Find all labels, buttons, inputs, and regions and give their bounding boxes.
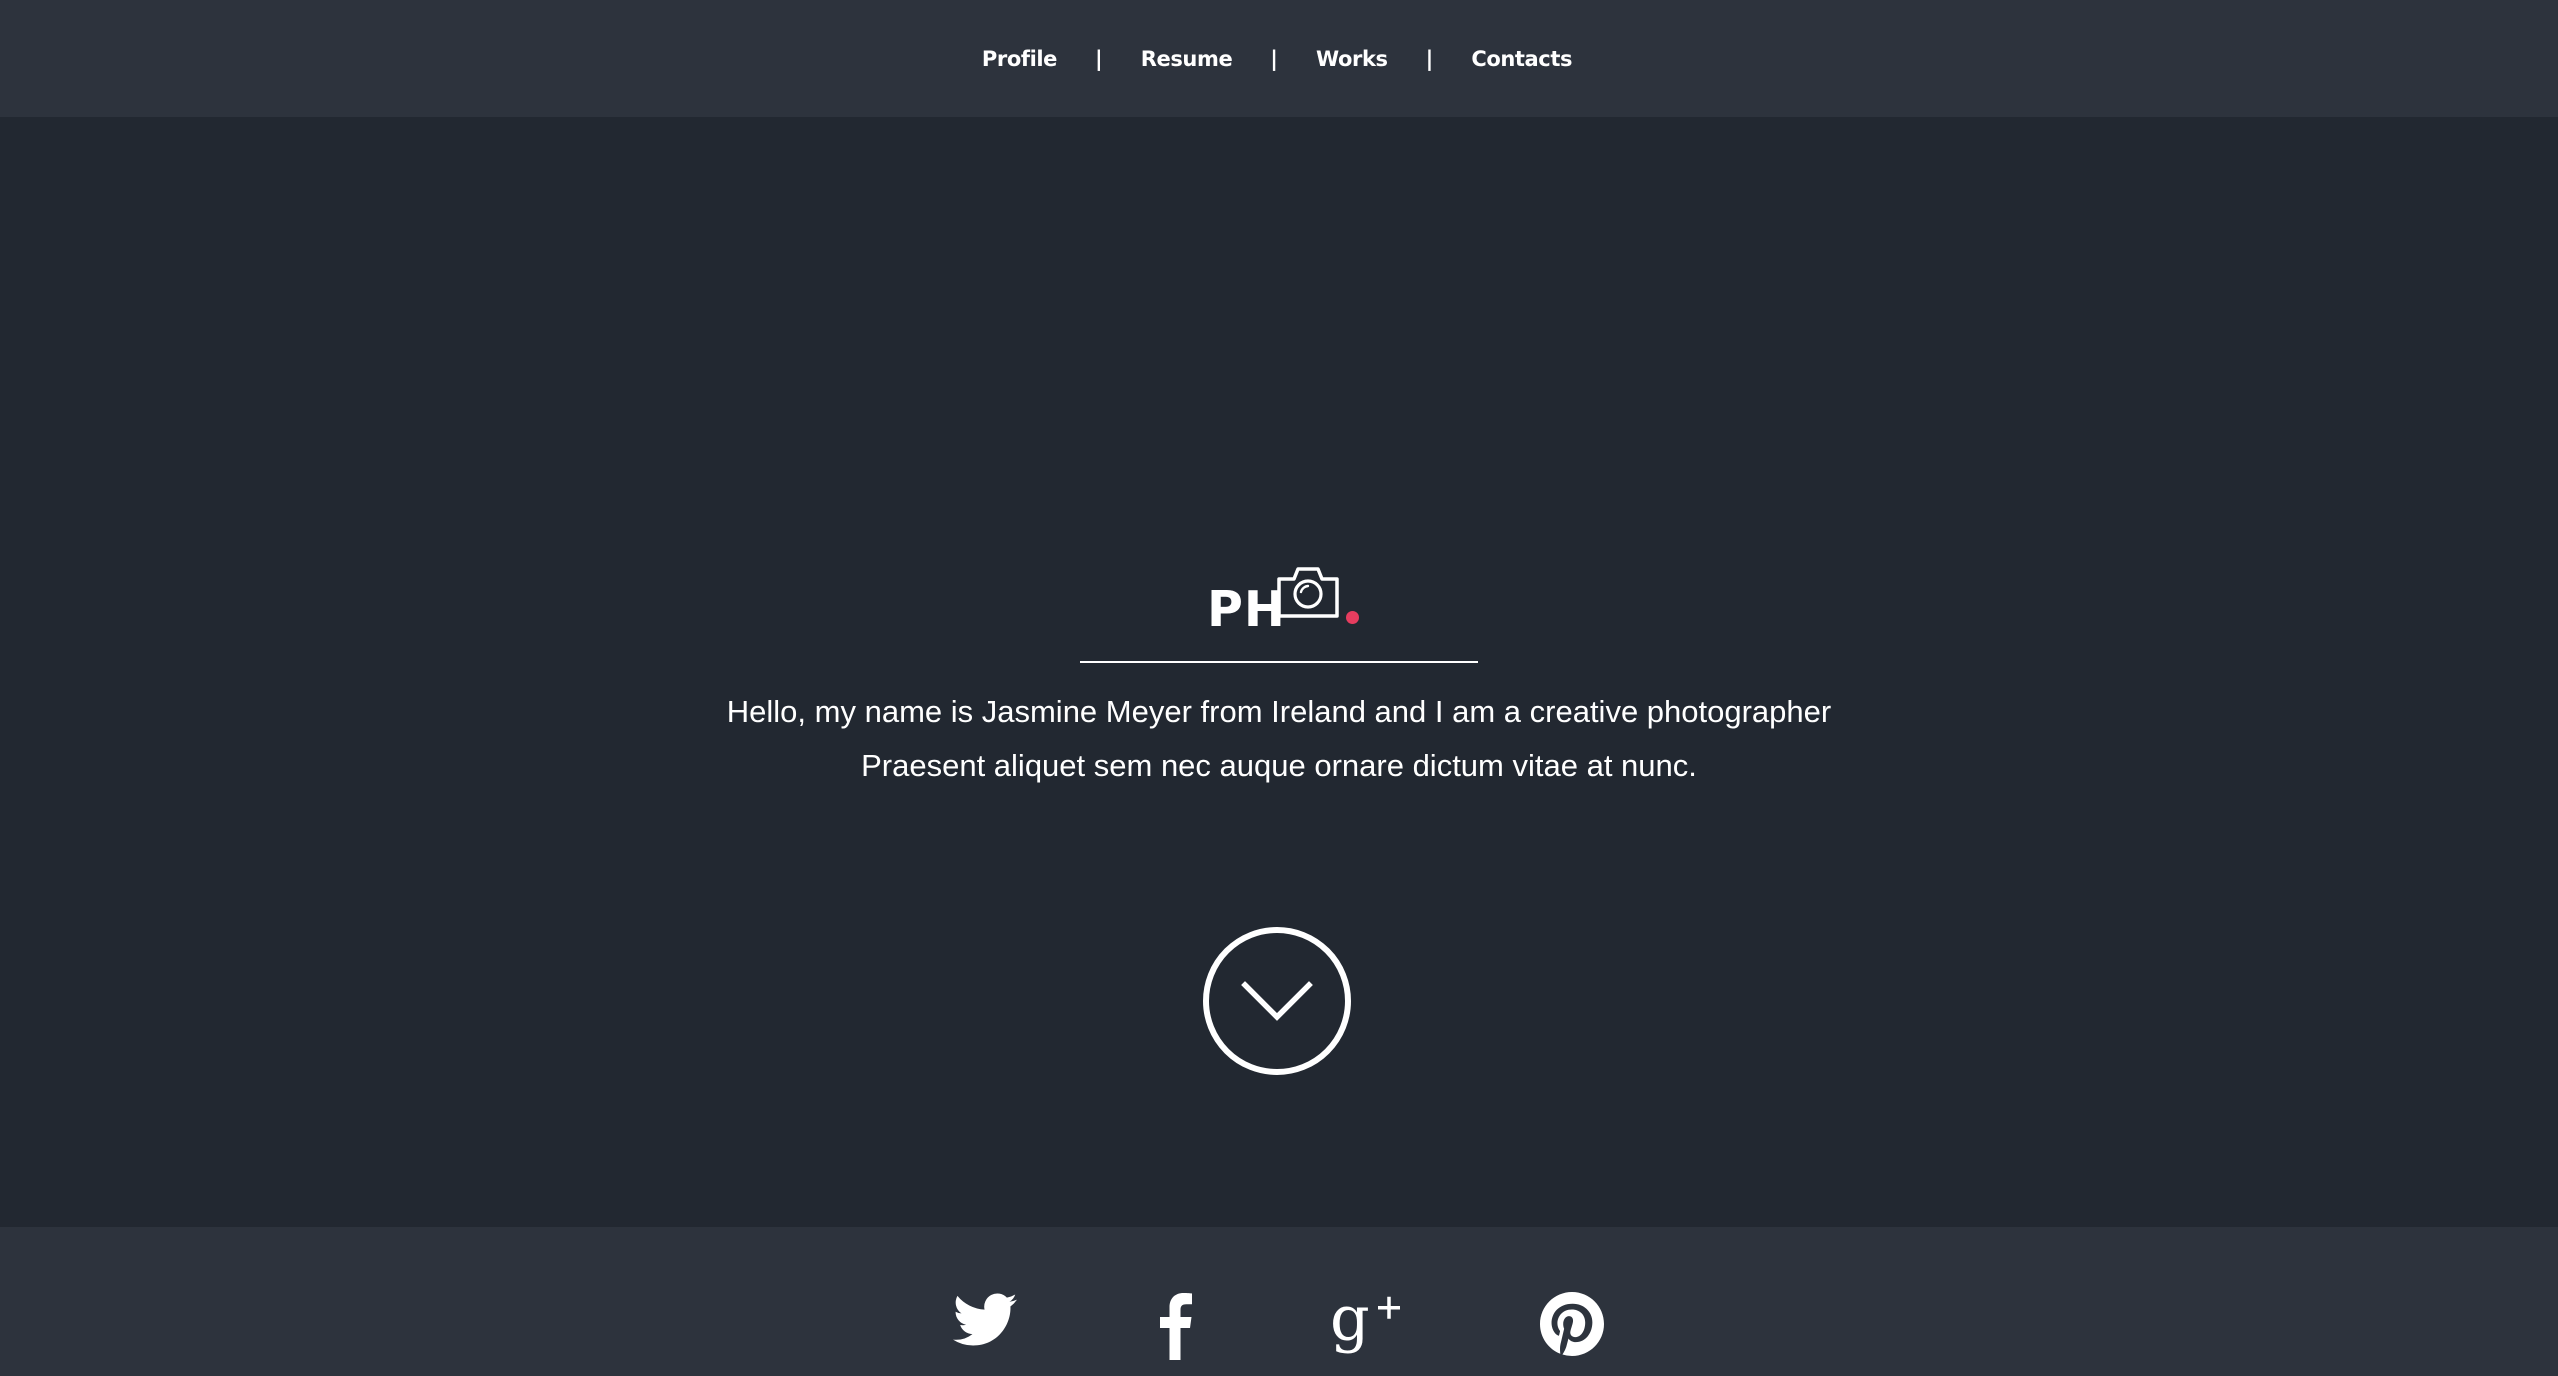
top-navigation: Profile | Resume | Works | Contacts [0,0,2558,117]
google-plus-link[interactable]: g [1330,1290,1402,1370]
svg-text:g: g [1330,1290,1370,1355]
hero-section: PH Hello, my name is Jasmine Meyer from … [0,117,2558,1227]
page: Profile | Resume | Works | Contacts PH H… [0,0,2558,1376]
logo-accent-dot [1346,611,1359,624]
twitter-icon [953,1293,1017,1346]
nav-separator: | [1425,46,1434,71]
nav-separator: | [1270,46,1278,71]
intro-text: Hello, my name is Jasmine Meyer from Ire… [0,685,2558,793]
nav-link-resume[interactable]: Resume [1141,47,1233,71]
nav-separator: | [1095,46,1103,71]
camera-icon [1277,567,1339,618]
google-plus-icon: g [1330,1290,1400,1355]
twitter-link[interactable] [953,1290,1017,1370]
facebook-icon [1160,1293,1192,1360]
nav-link-profile[interactable]: Profile [982,47,1058,71]
nav-link-works[interactable]: Works [1316,47,1388,71]
logo-divider [1080,661,1478,663]
chevron-down-circle-icon[interactable] [1203,927,1351,1075]
pinterest-link[interactable] [1540,1290,1604,1370]
intro-line-2: Praesent aliquet sem nec auque ornare di… [861,748,1697,783]
nav-list: Profile | Resume | Works | Contacts [982,46,1573,71]
photo-logo: PH [1207,563,1362,643]
nav-link-contacts[interactable]: Contacts [1471,47,1572,71]
facebook-link[interactable] [1158,1290,1192,1370]
footer: g [0,1227,2558,1376]
intro-line-1: Hello, my name is Jasmine Meyer from Ire… [726,694,1832,729]
pinterest-icon [1540,1292,1604,1356]
